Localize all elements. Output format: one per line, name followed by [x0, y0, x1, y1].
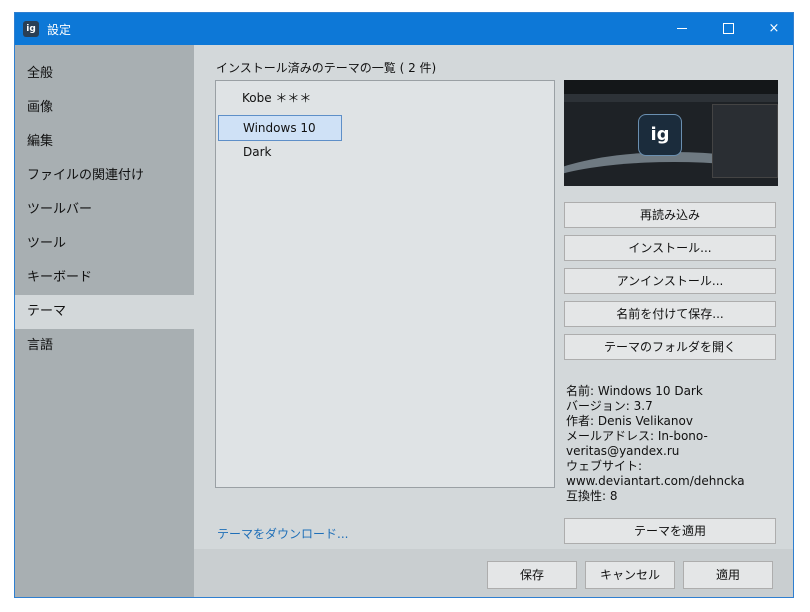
install-button[interactable]: インストール...: [564, 235, 776, 261]
window-title: 設定: [47, 23, 72, 37]
cancel-button[interactable]: キャンセル: [585, 561, 675, 589]
apply-theme-button[interactable]: テーマを適用: [564, 518, 776, 544]
save-as-button[interactable]: 名前を付けて保存...: [564, 301, 776, 327]
sidebar-item-theme[interactable]: テーマ: [15, 295, 194, 329]
theme-name: 名前: Windows 10 Dark: [566, 384, 703, 398]
theme-item-kobe[interactable]: Kobe ＊＊＊: [218, 85, 342, 111]
theme-item-windows-10-dark[interactable]: Windows 10 Dark: [218, 115, 342, 159]
download-themes-link[interactable]: テーマをダウンロード...: [217, 525, 348, 542]
preview-logo: ig: [638, 114, 682, 156]
theme-list-title: インストール済みのテーマの一覧 ( 2 件): [216, 61, 437, 75]
settings-window: ig 設定 × 全般 画像 編集 ファイルの関連付け ツールバー ツール キーボ…: [14, 12, 794, 598]
theme-preview-image: ig: [564, 80, 778, 186]
theme-info: 名前: Windows 10 Dark バージョン: 3.7 作者: Denis…: [566, 384, 776, 504]
sidebar-item-toolbar[interactable]: ツールバー: [15, 193, 194, 227]
app-icon: ig: [23, 21, 39, 37]
theme-website-label: ウェブサイト:: [566, 459, 643, 473]
sidebar-item-language[interactable]: 言語: [15, 329, 194, 363]
close-button[interactable]: ×: [751, 13, 793, 45]
theme-email-line-2: veritas@yandex.ru: [566, 444, 680, 458]
theme-compatibility: 互換性: 8: [566, 489, 618, 503]
sidebar: 全般 画像 編集 ファイルの関連付け ツールバー ツール キーボード テーマ 言…: [15, 45, 194, 597]
close-icon: ×: [768, 21, 780, 36]
sidebar-item-tools[interactable]: ツール: [15, 227, 194, 261]
theme-email-line-1: メールアドレス: In-bono-: [566, 429, 708, 443]
title-bar[interactable]: ig 設定 ×: [15, 13, 793, 45]
sidebar-item-keyboard[interactable]: キーボード: [15, 261, 194, 295]
sidebar-item-image[interactable]: 画像: [15, 91, 194, 125]
open-theme-folder-button[interactable]: テーマのフォルダを開く: [564, 334, 776, 360]
apply-button[interactable]: 適用: [683, 561, 773, 589]
sidebar-item-edit[interactable]: 編集: [15, 125, 194, 159]
minimize-button[interactable]: [659, 13, 705, 45]
maximize-button[interactable]: [705, 13, 751, 45]
minimize-icon: [677, 28, 687, 29]
sidebar-item-general[interactable]: 全般: [15, 57, 194, 91]
sidebar-item-file-associations[interactable]: ファイルの関連付け: [15, 159, 194, 193]
reload-button[interactable]: 再読み込み: [564, 202, 776, 228]
theme-author: 作者: Denis Velikanov: [566, 414, 693, 428]
theme-list[interactable]: Kobe ＊＊＊ Windows 10 Dark: [215, 80, 555, 488]
theme-website-url: www.deviantart.com/dehncka: [566, 474, 745, 488]
maximize-icon: [722, 23, 734, 34]
theme-panel: インストール済みのテーマの一覧 ( 2 件) Kobe ＊＊＊ Windows …: [194, 45, 793, 549]
save-button[interactable]: 保存: [487, 561, 577, 589]
theme-version: バージョン: 3.7: [566, 399, 653, 413]
uninstall-button[interactable]: アンインストール...: [564, 268, 776, 294]
